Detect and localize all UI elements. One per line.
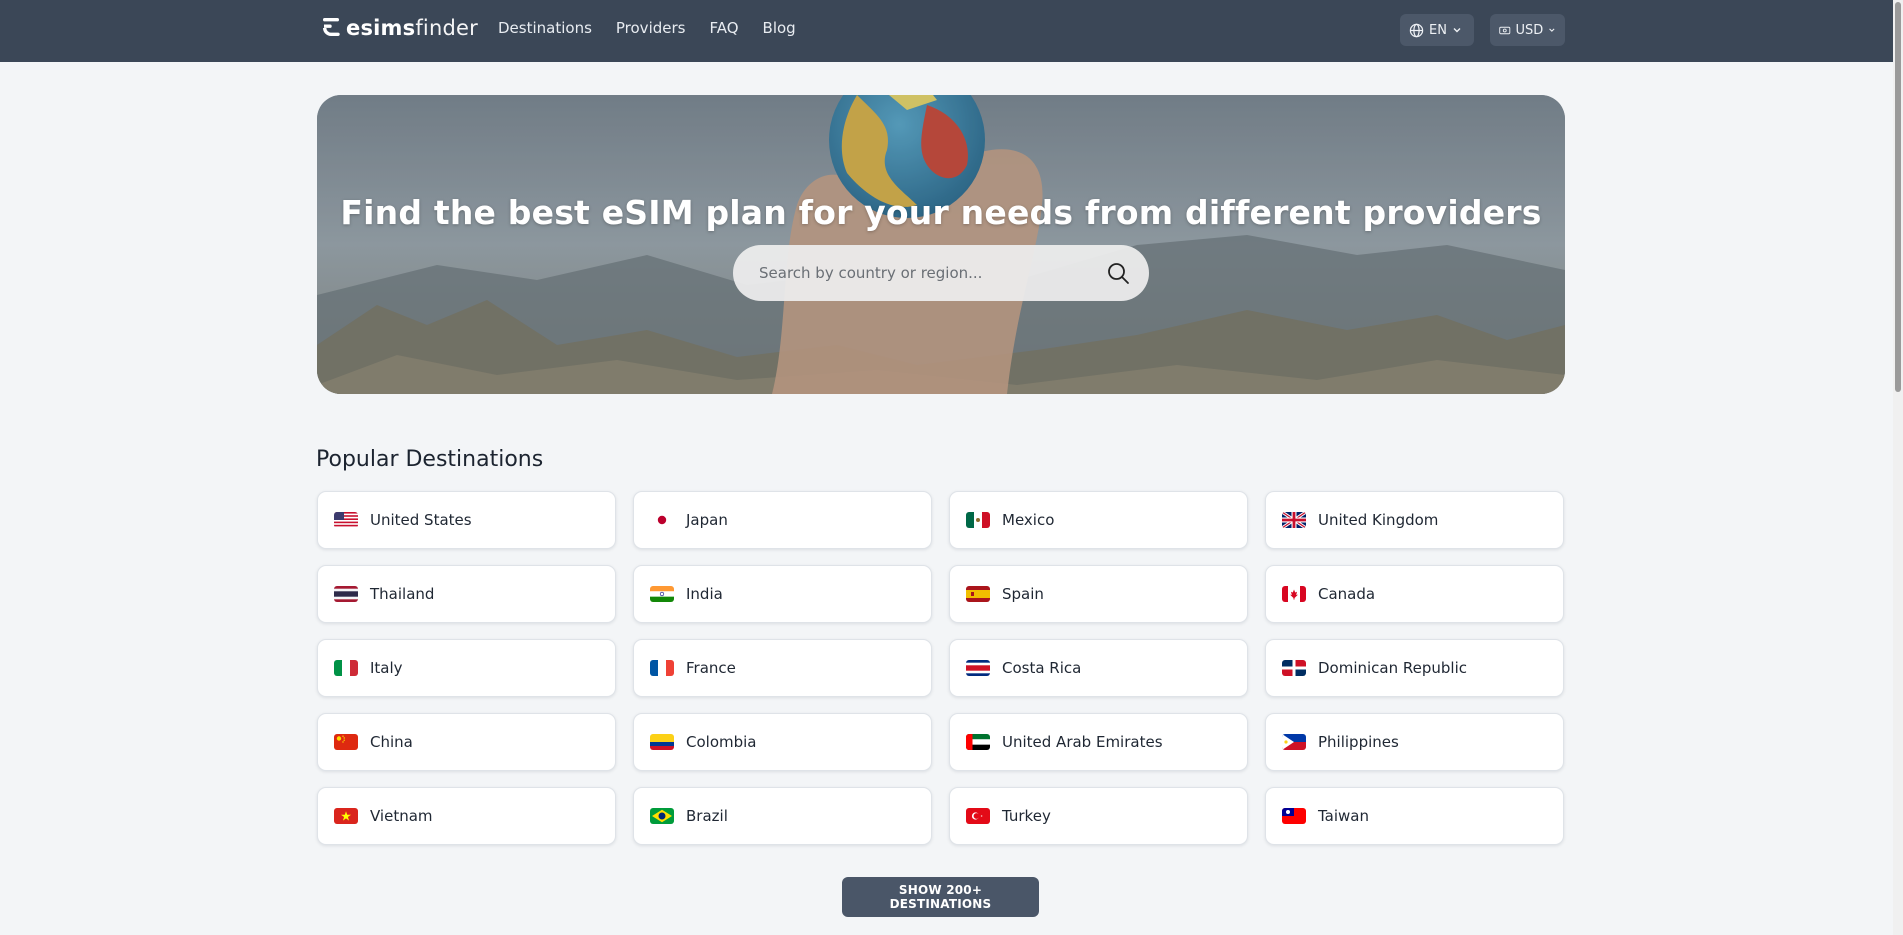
philippines-flag-icon xyxy=(1282,734,1306,750)
destination-card-taiwan[interactable]: Taiwan xyxy=(1265,787,1564,845)
taiwan-flag-icon xyxy=(1282,808,1306,824)
hero-title: Find the best eSIM plan for your needs f… xyxy=(340,193,1542,233)
chevron-down-icon xyxy=(1549,28,1555,32)
brand-name-light: finder xyxy=(415,16,478,40)
destination-name: United Arab Emirates xyxy=(1002,733,1163,751)
destination-card-italy[interactable]: Italy xyxy=(317,639,616,697)
destination-name: Philippines xyxy=(1318,733,1399,751)
banknote-icon xyxy=(1499,26,1511,34)
destination-name: Dominican Republic xyxy=(1318,659,1468,677)
destination-card-colombia[interactable]: Colombia xyxy=(633,713,932,771)
language-value: EN xyxy=(1429,22,1447,38)
destination-card-brazil[interactable]: Brazil xyxy=(633,787,932,845)
china-flag-icon xyxy=(334,734,358,750)
destination-name: China xyxy=(370,733,413,751)
destination-card-vietnam[interactable]: Vietnam xyxy=(317,787,616,845)
search-icon[interactable] xyxy=(1105,260,1131,286)
nav-blog[interactable]: Blog xyxy=(763,19,796,37)
search-box xyxy=(733,245,1149,301)
main-nav: Destinations Providers FAQ Blog xyxy=(498,19,796,37)
canada-flag-icon xyxy=(1282,586,1306,602)
destination-card-india[interactable]: India xyxy=(633,565,932,623)
india-flag-icon xyxy=(650,586,674,602)
destination-card-mexico[interactable]: Mexico xyxy=(949,491,1248,549)
brand-logo[interactable]: esims finder xyxy=(320,16,478,40)
destination-card-turkey[interactable]: Turkey xyxy=(949,787,1248,845)
destination-card-china[interactable]: China xyxy=(317,713,616,771)
colombia-flag-icon xyxy=(650,734,674,750)
nav-providers[interactable]: Providers xyxy=(616,19,686,37)
destination-name: Taiwan xyxy=(1318,807,1370,825)
destination-card-uae[interactable]: United Arab Emirates xyxy=(949,713,1248,771)
costa-rica-flag-icon xyxy=(966,660,990,676)
brand-name-bold: esims xyxy=(346,16,416,40)
destination-name: Japan xyxy=(686,511,728,529)
destination-name: United Kingdom xyxy=(1318,511,1439,529)
currency-selector[interactable]: USD xyxy=(1490,14,1565,46)
italy-flag-icon xyxy=(334,660,358,676)
destination-name: Thailand xyxy=(370,585,435,603)
language-selector[interactable]: EN xyxy=(1400,14,1474,46)
destination-card-philippines[interactable]: Philippines xyxy=(1265,713,1564,771)
destination-name: Colombia xyxy=(686,733,757,751)
popular-destinations-title: Popular Destinations xyxy=(316,447,544,473)
destination-name: Turkey xyxy=(1002,807,1051,825)
page-scrollbar[interactable] xyxy=(1893,0,1903,935)
turkey-flag-icon xyxy=(966,808,990,824)
destination-card-united-kingdom[interactable]: United Kingdom xyxy=(1265,491,1564,549)
uk-flag-icon xyxy=(1282,512,1306,528)
france-flag-icon xyxy=(650,660,674,676)
show-all-destinations-button[interactable]: SHOW 200+ DESTINATIONS xyxy=(842,877,1039,917)
vietnam-flag-icon xyxy=(334,808,358,824)
destination-name: India xyxy=(686,585,723,603)
globe-icon xyxy=(1409,23,1424,37)
hero-banner: Find the best eSIM plan for your needs f… xyxy=(317,95,1565,394)
us-flag-icon xyxy=(334,512,358,528)
japan-flag-icon xyxy=(650,512,674,528)
logo-mark-icon xyxy=(323,18,340,36)
scrollbar-thumb[interactable] xyxy=(1895,2,1901,392)
destination-card-costa-rica[interactable]: Costa Rica xyxy=(949,639,1248,697)
destination-name: Brazil xyxy=(686,807,728,825)
destination-name: Spain xyxy=(1002,585,1044,603)
uae-flag-icon xyxy=(966,734,990,750)
destination-name: Canada xyxy=(1318,585,1376,603)
destination-name: Costa Rica xyxy=(1002,659,1082,677)
destination-card-united-states[interactable]: United States xyxy=(317,491,616,549)
destination-card-thailand[interactable]: Thailand xyxy=(317,565,616,623)
destination-name: France xyxy=(686,659,736,677)
brazil-flag-icon xyxy=(650,808,674,824)
destination-name: United States xyxy=(370,511,472,529)
dominican-republic-flag-icon xyxy=(1282,660,1306,676)
search-input[interactable] xyxy=(757,263,1105,283)
thailand-flag-icon xyxy=(334,586,358,602)
top-navbar: esims finder Destinations Providers FAQ B… xyxy=(0,0,1893,62)
destinations-grid: United States Japan Mexico United Kingdo… xyxy=(317,491,1565,845)
destination-card-france[interactable]: France xyxy=(633,639,932,697)
currency-value: USD xyxy=(1515,22,1544,38)
destination-card-japan[interactable]: Japan xyxy=(633,491,932,549)
nav-faq[interactable]: FAQ xyxy=(709,19,738,37)
destination-card-canada[interactable]: Canada xyxy=(1265,565,1564,623)
mexico-flag-icon xyxy=(966,512,990,528)
destination-card-dominican-republic[interactable]: Dominican Republic xyxy=(1265,639,1564,697)
destination-name: Mexico xyxy=(1002,511,1055,529)
nav-destinations[interactable]: Destinations xyxy=(498,19,592,37)
destination-name: Italy xyxy=(370,659,403,677)
spain-flag-icon xyxy=(966,586,990,602)
destination-card-spain[interactable]: Spain xyxy=(949,565,1248,623)
chevron-down-icon xyxy=(1453,28,1461,33)
destination-name: Vietnam xyxy=(370,807,433,825)
